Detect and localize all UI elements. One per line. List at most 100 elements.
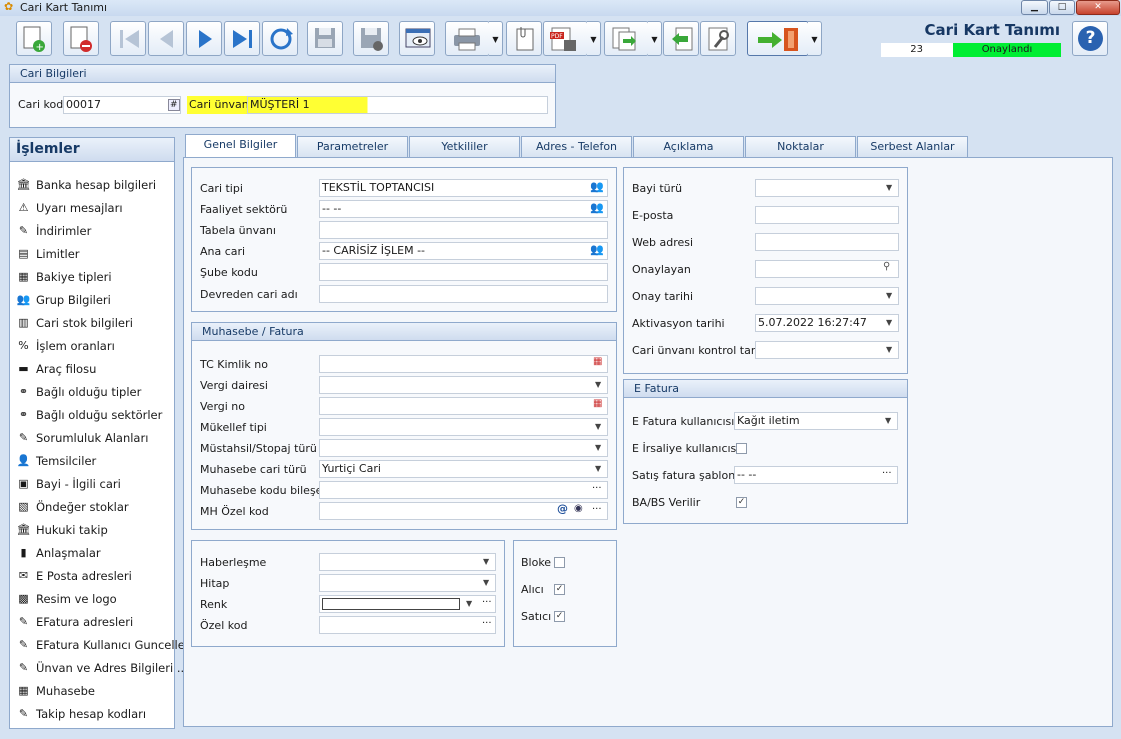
alici-checkbox[interactable]: ✓ [554, 584, 565, 595]
eirsaliye-checkbox[interactable] [736, 443, 747, 454]
ellipsis-icon[interactable]: ··· [592, 483, 602, 494]
tab-serbest-alanlar[interactable]: Serbest Alanlar [857, 136, 968, 158]
muh-cari-turu-select[interactable]: Yurtiçi Cari [319, 460, 608, 478]
tools-button[interactable] [700, 21, 736, 56]
vergi-dairesi-select[interactable] [319, 376, 608, 394]
aktivasyon-select[interactable]: 5.07.2022 16:27:47 [755, 314, 899, 332]
last-record-button[interactable] [224, 21, 260, 56]
ozel-kod-input[interactable] [319, 616, 496, 634]
cari-tipi-lookup-icon[interactable]: 👥 [590, 180, 604, 193]
babs-checkbox[interactable]: ✓ [736, 497, 747, 508]
chevron-down-icon[interactable]: ▼ [595, 443, 601, 452]
sidebar-item[interactable]: ⚠ Uyarı mesajları [16, 198, 123, 218]
tab-noktalar[interactable]: Noktalar [745, 136, 856, 158]
chevron-down-icon[interactable]: ▼ [483, 557, 489, 566]
sidebar-item[interactable]: ▦ Bakiye tipleri [16, 267, 111, 287]
calendar-icon[interactable]: ▦ [593, 356, 602, 367]
chevron-down-icon[interactable]: ▼ [466, 599, 472, 608]
ellipsis-icon[interactable]: ··· [482, 597, 492, 608]
ana-cari-lookup-icon[interactable]: 👥 [590, 243, 604, 256]
cari-tipi-input[interactable]: TEKSTİL TOPTANCISI [319, 179, 608, 197]
pdf-export-button[interactable]: PDF [543, 21, 588, 56]
efatura-kullanici-select[interactable]: Kağıt iletim [734, 412, 898, 430]
sidebar-item[interactable]: 🏛 Banka hesap bilgileri [16, 175, 157, 195]
sidebar-item[interactable]: ▩ Resim ve logo [16, 589, 116, 609]
chevron-down-icon[interactable]: ▼ [483, 578, 489, 587]
at-icon[interactable]: @ [557, 502, 568, 515]
sidebar-item[interactable]: ▬ Araç filosu [16, 359, 96, 379]
previous-record-button[interactable] [148, 21, 184, 56]
eposta-input[interactable] [755, 206, 899, 224]
sablon-input[interactable]: -- -- [734, 466, 898, 484]
pdf-dropdown-arrow[interactable]: ▼ [587, 21, 601, 56]
sidebar-item[interactable]: ▤ Limitler [16, 244, 79, 264]
help-button[interactable]: ? [1072, 21, 1108, 56]
sube-input[interactable] [319, 263, 608, 281]
cari-kod-input[interactable]: 00017 [63, 96, 181, 114]
sidebar-item[interactable]: ▣ Bayi - İlgili cari [16, 474, 121, 494]
chevron-down-icon[interactable]: ▼ [595, 422, 601, 431]
user-lookup-icon[interactable]: ⚲ [883, 261, 890, 272]
devreden-input[interactable] [319, 285, 608, 303]
chevron-down-icon[interactable]: ▼ [886, 183, 892, 192]
faaliyet-input[interactable]: -- -- [319, 200, 608, 218]
sidebar-item[interactable]: ✎ Takip hesap kodları [16, 704, 146, 724]
exit-button[interactable] [747, 21, 809, 56]
import-button[interactable] [663, 21, 699, 56]
close-button[interactable]: ✕ [1076, 0, 1120, 15]
sidebar-item[interactable]: ▥ Cari stok bilgileri [16, 313, 133, 333]
cari-unvani-input[interactable]: MÜŞTERİ 1 [247, 96, 548, 114]
maximize-button[interactable]: □ [1049, 0, 1075, 15]
chevron-down-icon[interactable]: ▼ [595, 380, 601, 389]
onay-tarihi-select[interactable] [755, 287, 899, 305]
sidebar-item[interactable]: ✎ Ünvan ve Adres Bilgileri ... [16, 658, 188, 678]
sidebar-item[interactable]: ▧ Öndeğer stoklar [16, 497, 128, 517]
mukellef-select[interactable] [319, 418, 608, 436]
chevron-down-icon[interactable]: ▼ [886, 345, 892, 354]
sidebar-item[interactable]: ▦ Muhasebe [16, 681, 95, 701]
cancel-save-button[interactable] [353, 21, 389, 56]
haberlesme-select[interactable] [319, 553, 496, 571]
tab-adres-telefon[interactable]: Adres - Telefon [521, 136, 632, 158]
refresh-button[interactable] [262, 21, 298, 56]
sidebar-item[interactable]: ✉ E Posta adresleri [16, 566, 132, 586]
ellipsis-icon[interactable]: ··· [882, 468, 892, 479]
tab-aciklama[interactable]: Açıklama [633, 136, 744, 158]
sidebar-item[interactable]: ✎ Sorumluluk Alanları [16, 428, 149, 448]
transfer-button[interactable] [604, 21, 649, 56]
new-record-button[interactable]: + [16, 21, 52, 56]
sidebar-item[interactable]: ▮ Anlaşmalar [16, 543, 100, 563]
faaliyet-lookup-icon[interactable]: 👥 [590, 201, 604, 214]
sidebar-item[interactable]: ⚭ Bağlı olduğu tipler [16, 382, 141, 402]
hash-icon[interactable]: # [168, 99, 180, 111]
sidebar-item[interactable]: 👥 Grup Bilgileri [16, 290, 111, 310]
chevron-down-icon[interactable]: ▼ [886, 318, 892, 327]
tabela-input[interactable] [319, 221, 608, 239]
calendar-icon[interactable]: ▦ [593, 398, 602, 409]
save-button[interactable] [307, 21, 343, 56]
sidebar-item[interactable]: ⚭ Bağlı olduğu sektörler [16, 405, 162, 425]
minimize-button[interactable]: ▁ [1021, 0, 1048, 15]
print-button[interactable] [445, 21, 490, 56]
satici-checkbox[interactable]: ✓ [554, 611, 565, 622]
hitap-select[interactable] [319, 574, 496, 592]
sidebar-item[interactable]: 🏛 Hukuki takip [16, 520, 108, 540]
unvan-kontrol-select[interactable] [755, 341, 899, 359]
muh-kodu-input[interactable] [319, 481, 608, 499]
tab-genel-bilgiler[interactable]: Genel Bilgiler [185, 134, 296, 158]
tab-yetkililer[interactable]: Yetkililer [409, 136, 520, 158]
mustahsil-select[interactable] [319, 439, 608, 457]
eye-icon[interactable]: ◉ [574, 503, 583, 514]
vergi-no-input[interactable] [319, 397, 608, 415]
delete-record-button[interactable] [63, 21, 99, 56]
web-input[interactable] [755, 233, 899, 251]
sidebar-item[interactable]: ✎ EFatura Kullanıcı Guncelle [16, 635, 185, 655]
onaylayan-input[interactable] [755, 260, 899, 278]
tab-parametreler[interactable]: Parametreler [297, 136, 408, 158]
bayi-turu-select[interactable] [755, 179, 899, 197]
print-dropdown-arrow[interactable]: ▼ [489, 21, 503, 56]
exit-dropdown-arrow[interactable]: ▼ [808, 21, 822, 56]
sidebar-item[interactable]: % İşlem oranları [16, 336, 115, 356]
chevron-down-icon[interactable]: ▼ [885, 416, 891, 425]
preview-button[interactable] [399, 21, 435, 56]
